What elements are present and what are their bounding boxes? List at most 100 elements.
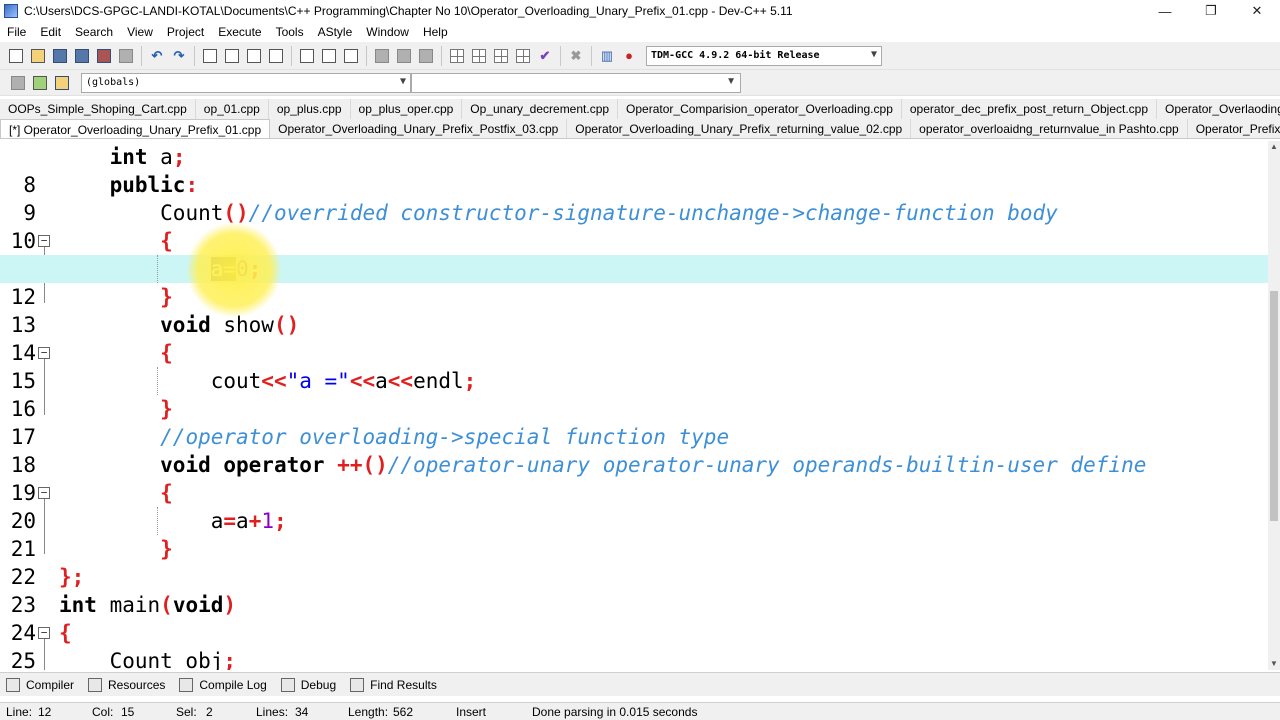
toolbar-separator (291, 45, 292, 66)
undo-icon[interactable]: ↶ (147, 46, 167, 66)
main-toolbar: ↶ ↷ ✔ ✖ ▥ ● TDM-GCC 4.9.2 64-bit Release… (0, 42, 1280, 70)
member-select[interactable]: ▼ (411, 72, 741, 93)
code-text: void operator ++()//operator-unary opera… (160, 453, 1147, 477)
tab-file[interactable]: operator_overloaidng_returnvalue_in Pash… (911, 119, 1188, 138)
menu-execute[interactable]: Execute (211, 22, 268, 42)
tab-file[interactable]: Operator_Comparision_operator_Overloadin… (618, 99, 902, 119)
scroll-up-icon[interactable]: ▲ (1268, 141, 1280, 153)
status-message: Done parsing in 0.015 seconds (532, 705, 698, 719)
fold-toggle[interactable]: − (38, 627, 50, 639)
menu-astyle[interactable]: AStyle (311, 22, 360, 42)
goto-definition-icon[interactable] (30, 73, 50, 93)
stop-execution-icon[interactable]: ✖ (566, 46, 586, 66)
project-remove-icon[interactable] (341, 46, 361, 66)
file-tabs-row-2: [*] Operator_Overloading_Unary_Prefix_01… (0, 119, 1280, 139)
compile-icon[interactable] (447, 46, 467, 66)
tab-find-results[interactable]: Find Results (344, 677, 445, 692)
tab-file[interactable]: Operator_Overloading_Unary_Prefix_Postfi… (270, 119, 568, 138)
menu-file[interactable]: File (0, 22, 33, 42)
find-icon[interactable] (200, 46, 220, 66)
tab-compile-log[interactable]: Compile Log (173, 677, 274, 692)
code-line: 14 void show() (0, 311, 1268, 365)
menu-search[interactable]: Search (68, 22, 120, 42)
profile-icon[interactable]: ▥ (597, 46, 617, 66)
find-next-icon[interactable] (244, 46, 264, 66)
debug-icon[interactable]: ● (619, 46, 639, 66)
goto-line-icon[interactable] (266, 46, 286, 66)
compile-run-icon[interactable] (491, 46, 511, 66)
tab-file[interactable]: operator_dec_prefix_post_return_Object.c… (902, 99, 1158, 119)
code-text: } (160, 397, 173, 421)
tab-file[interactable]: op_plus.cpp (269, 99, 351, 119)
save-icon[interactable] (50, 46, 70, 66)
tab-file[interactable]: op_01.cpp (196, 99, 269, 119)
window-title: C:\Users\DCS-GPGC-LANDI-KOTAL\Documents\… (24, 4, 793, 18)
project-add-icon[interactable] (319, 46, 339, 66)
scrollbar-thumb[interactable] (1270, 291, 1278, 521)
code-line: 22 } (0, 535, 1268, 589)
status-sel-value: 2 (206, 705, 213, 719)
vertical-scrollbar[interactable]: ▲ ▼ (1268, 141, 1280, 670)
tab-file[interactable]: Operator_Overloading_Unary_Prefix_return… (567, 119, 912, 138)
toolbar-separator (194, 45, 195, 66)
code-line: 15 − { (0, 339, 1268, 393)
project-new-icon[interactable] (297, 46, 317, 66)
chevron-down-icon: ▼ (726, 75, 736, 87)
compiler-icon (6, 677, 20, 692)
new-file-icon[interactable] (6, 46, 26, 66)
menu-view[interactable]: View (120, 22, 160, 42)
menu-project[interactable]: Project (160, 22, 211, 42)
code-line: 24 int main(void) (0, 591, 1268, 645)
save-all-icon[interactable] (72, 46, 92, 66)
bookmark-icon[interactable] (52, 73, 72, 93)
replace-icon[interactable] (222, 46, 242, 66)
scope-select[interactable]: (globals) ▼ (81, 72, 411, 93)
status-lines-label: Lines: (256, 705, 289, 719)
code-text: { (160, 341, 173, 365)
code-text: int a; (109, 145, 186, 169)
toolbar-separator (591, 45, 592, 66)
code-text: cout<<"a ="<<a<<endl; (210, 369, 477, 393)
tab-resources[interactable]: Resources (82, 677, 173, 692)
rebuild-icon[interactable] (513, 46, 533, 66)
maximize-button[interactable]: ❐ (1188, 0, 1234, 22)
close-button[interactable]: ✕ (1234, 0, 1280, 22)
fold-toggle[interactable]: − (38, 347, 50, 359)
class-browser-icon[interactable] (8, 73, 28, 93)
unindent-icon[interactable] (394, 46, 414, 66)
tab-file[interactable]: Op_unary_decrement.cpp (462, 99, 619, 119)
tab-file[interactable]: OOPs_Simple_Shoping_Cart.cpp (0, 99, 196, 119)
menu-edit[interactable]: Edit (33, 22, 68, 42)
toggle-comment-icon[interactable] (416, 46, 436, 66)
selected-text: a= (210, 257, 237, 281)
fold-toggle[interactable]: − (38, 487, 50, 499)
code-text: } (160, 285, 173, 309)
tab-file[interactable]: Operator_Overlaoding_06.cpp (1157, 99, 1280, 119)
fold-toggle[interactable]: − (38, 235, 50, 247)
tab-debug[interactable]: Debug (275, 677, 344, 692)
menu-window[interactable]: Window (359, 22, 416, 42)
syntax-check-icon[interactable]: ✔ (535, 46, 555, 66)
indent-icon[interactable] (372, 46, 392, 66)
redo-icon[interactable]: ↷ (169, 46, 189, 66)
compiler-select[interactable]: TDM-GCC 4.9.2 64-bit Release ▼ (646, 45, 882, 66)
code-editor[interactable]: 8 int a; 9 public: 10 Count()//overrided… (0, 141, 1280, 670)
code-line: 16 cout<<"a ="<<a<<endl; (0, 367, 1268, 421)
tab-compiler[interactable]: Compiler (0, 677, 82, 692)
code-text: a=0; (210, 257, 262, 281)
tab-file-active[interactable]: [*] Operator_Overloading_Unary_Prefix_01… (0, 119, 271, 138)
close-file-icon[interactable] (94, 46, 114, 66)
menu-help[interactable]: Help (416, 22, 455, 42)
tab-file[interactable]: Operator_Prefix_Op_Overloading_04.cpp (1188, 119, 1280, 138)
minimize-button[interactable]: — (1142, 0, 1188, 22)
tab-file[interactable]: op_plus_oper.cpp (351, 99, 463, 119)
status-lines-value: 34 (295, 705, 309, 719)
print-icon[interactable] (116, 46, 136, 66)
run-icon[interactable] (469, 46, 489, 66)
window-controls: — ❐ ✕ (1142, 0, 1280, 22)
status-sel-label: Sel: (176, 705, 197, 719)
scroll-down-icon[interactable]: ▼ (1268, 658, 1280, 670)
open-file-icon[interactable] (28, 46, 48, 66)
menu-tools[interactable]: Tools (269, 22, 311, 42)
chevron-down-icon: ▼ (399, 75, 406, 87)
